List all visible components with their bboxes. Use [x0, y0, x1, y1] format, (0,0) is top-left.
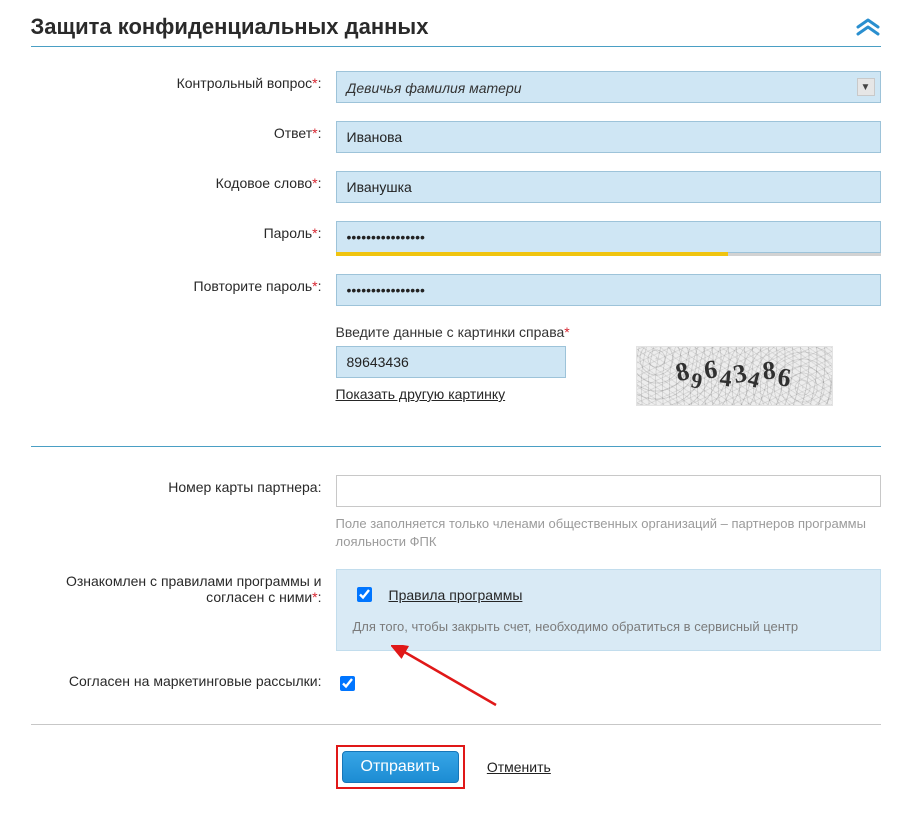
marketing-checkbox[interactable]	[340, 676, 355, 691]
captcha-refresh-link[interactable]: Показать другую картинку	[336, 386, 506, 402]
marketing-label: Согласен на маркетинговые рассылки:	[31, 669, 336, 689]
answer-input[interactable]	[336, 121, 881, 153]
consent-label: Ознакомлен с правилами программы и согла…	[31, 569, 336, 605]
consent-box: Правила программы Для того, чтобы закрыт…	[336, 569, 881, 651]
captcha-image: 8 9 6 4 3 4 8 6	[636, 346, 833, 406]
password-repeat-label: Повторите пароль*:	[31, 274, 336, 294]
password-strength-fill	[336, 252, 728, 256]
partner-card-input[interactable]	[336, 475, 881, 507]
security-question-label: Контрольный вопрос*:	[31, 71, 336, 91]
submit-button[interactable]: Отправить	[342, 751, 459, 783]
section-divider	[31, 446, 881, 447]
consent-note: Для того, чтобы закрыть счет, необходимо…	[353, 619, 864, 634]
codeword-label: Кодовое слово*:	[31, 171, 336, 191]
password-repeat-input[interactable]	[336, 274, 881, 306]
cancel-link[interactable]: Отменить	[487, 759, 551, 775]
codeword-input[interactable]	[336, 171, 881, 203]
security-question-selected: Девичья фамилия матери	[336, 71, 881, 103]
collapse-icon[interactable]	[855, 17, 881, 37]
captcha-label: Введите данные с картинки справа*	[336, 324, 881, 340]
program-rules-link[interactable]: Правила программы	[389, 587, 523, 603]
answer-label: Ответ*:	[31, 121, 336, 141]
partner-card-label: Номер карты партнера:	[31, 475, 336, 495]
captcha-input[interactable]	[336, 346, 566, 378]
security-question-select[interactable]: Девичья фамилия матери ▼	[336, 71, 881, 103]
password-label: Пароль*:	[31, 221, 336, 241]
submit-highlight-box: Отправить	[336, 745, 465, 789]
section-title: Защита конфиденциальных данных	[31, 14, 429, 40]
password-input[interactable]	[336, 221, 881, 253]
partner-card-hint: Поле заполняется только членами обществе…	[336, 515, 881, 551]
captcha-digits: 8 9 6 4 3 4 8 6	[637, 347, 832, 405]
section-header: Защита конфиденциальных данных	[31, 14, 881, 47]
actions-divider	[31, 724, 881, 725]
consent-checkbox[interactable]	[357, 587, 372, 602]
chevron-down-icon: ▼	[857, 78, 875, 96]
